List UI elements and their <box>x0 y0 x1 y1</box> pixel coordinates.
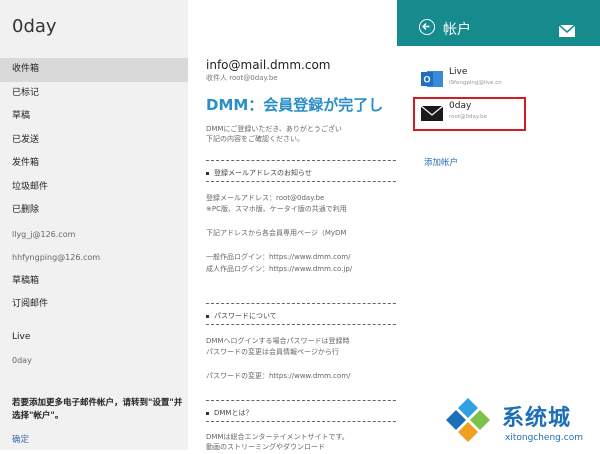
body-line: パスワードの変更：https://www.dmm.com/ <box>206 372 351 380</box>
watermark-url: xitongcheng.com <box>505 433 583 443</box>
folder-subscriptions[interactable]: 订阅邮件 <box>0 293 188 317</box>
section-heading: DMMとは？ <box>206 408 252 418</box>
mail-icon <box>558 22 576 41</box>
message-recipient: 收件人 root@0day.be <box>206 74 278 82</box>
back-arrow-icon[interactable] <box>419 19 435 35</box>
folder-list: 收件箱 已标记 草稿 已发送 发件箱 垃圾邮件 已删除 llyg_j@126.c… <box>0 58 188 317</box>
folder-drafts-box[interactable]: 草稿箱 <box>0 270 188 294</box>
account-name: Live <box>449 67 468 77</box>
section-heading: 登録メールアドレスのお知らせ <box>206 168 312 178</box>
bullet-icon <box>206 314 209 318</box>
divider <box>206 324 398 325</box>
outlook-icon: O <box>421 68 443 90</box>
add-account-link[interactable]: 添加帐户 <box>424 156 458 168</box>
body-line: 成人作品ログイン：https://www.dmm.co.jp/ <box>206 265 353 273</box>
body-line: 下記アドレスから各会員専用ページ（MyDM <box>206 229 347 237</box>
watermark-brand: 系统城 <box>502 406 572 431</box>
folder-drafts[interactable]: 草稿 <box>0 105 188 129</box>
folder-deleted[interactable]: 已删除 <box>0 199 188 223</box>
folder-outbox[interactable]: 发件箱 <box>0 152 188 176</box>
folder-account-2[interactable]: hhfyngping@126.com <box>0 246 188 270</box>
body-line: DMMへログインする場合パスワードは登録時 <box>206 337 350 345</box>
add-account-hint: 若要添加更多电子邮件帐户，请转到"设置"并选择"帐户"。 <box>12 398 183 421</box>
body-line: DMMは総合エンターテイメントサイトです。 <box>206 433 349 441</box>
account-link-live[interactable]: Live <box>12 332 30 342</box>
accounts-flyout: 帐户 O Live l9fengping@live.cn 0day root@0… <box>397 0 600 450</box>
divider <box>206 181 398 182</box>
body-line: 動画のストリーミングやダウンロード <box>206 443 325 450</box>
watermark-logo-icon <box>446 398 490 442</box>
folder-flagged[interactable]: 已标记 <box>0 82 188 106</box>
flyout-header: 帐户 <box>397 0 600 46</box>
message-from: info@mail.dmm.com <box>206 58 331 72</box>
body-line: ※PC版、スマホ版、ケータイ版の共通で利用 <box>206 205 347 213</box>
divider <box>206 421 398 422</box>
bullet-icon <box>206 171 209 175</box>
bullet-icon <box>206 411 209 415</box>
section-heading: パスワードについて <box>206 311 277 321</box>
folder-pane: 0day 收件箱 已标记 草稿 已发送 发件箱 垃圾邮件 已删除 llyg_j@… <box>0 0 188 450</box>
divider <box>206 160 398 161</box>
body-line: 一般作品ログイン：https://www.dmm.com/ <box>206 253 351 261</box>
account-title: 0day <box>12 16 57 37</box>
folder-junk[interactable]: 垃圾邮件 <box>0 176 188 200</box>
message-reader: info@mail.dmm.com 收件人 root@0day.be DMM：会… <box>188 0 398 450</box>
folder-inbox[interactable]: 收件箱 <box>0 58 188 82</box>
flyout-title: 帐户 <box>443 22 471 38</box>
confirm-link[interactable]: 确定 <box>12 433 29 445</box>
account-row-live[interactable]: O Live l9fengping@live.cn <box>421 66 581 96</box>
selection-highlight <box>413 97 526 131</box>
body-intro-line: DMMにご登録いただき、ありがとうござい <box>206 125 342 133</box>
body-line: 登録メールアドレス：root@0day.be <box>206 194 325 202</box>
folder-sent[interactable]: 已发送 <box>0 129 188 153</box>
divider <box>206 303 398 304</box>
svg-text:O: O <box>423 75 430 85</box>
account-email: l9fengping@live.cn <box>449 80 502 86</box>
body-line: パスワードの変更は会員情報ページから行 <box>206 348 339 356</box>
divider <box>206 400 398 401</box>
account-link-0day[interactable]: 0day <box>12 356 32 365</box>
folder-account-1[interactable]: llyg_j@126.com <box>0 223 188 247</box>
message-subject: DMM：会員登録が完了し <box>206 96 384 114</box>
body-intro-line: 下記の内容をご確認ください。 <box>206 135 304 143</box>
